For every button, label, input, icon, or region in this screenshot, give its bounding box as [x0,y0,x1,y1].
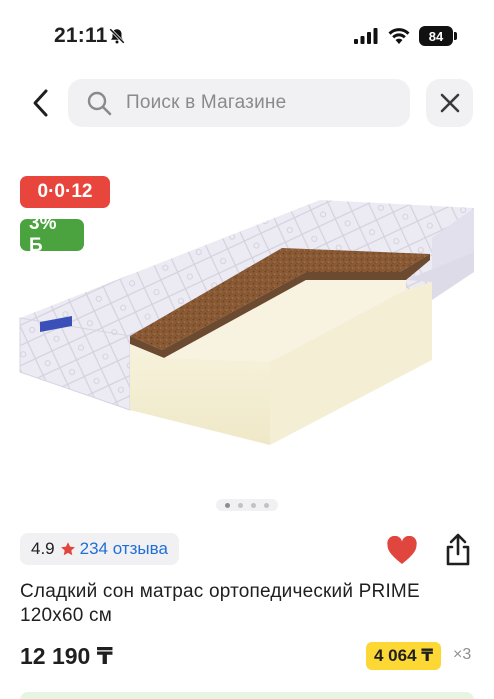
battery-level: 84 [428,28,444,44]
signal-icon [354,28,378,44]
close-icon [440,93,459,113]
search-icon [87,91,112,116]
bonus-badge: 3% Б [20,213,84,256]
gallery-dot[interactable] [238,502,243,508]
search-placeholder: Поиск в Магазине [126,92,287,113]
status-bar: 21:11 84 [0,0,494,70]
bell-off-icon [109,28,125,44]
rating-chip[interactable]: 4.9 234 отзыва [20,533,179,565]
back-button[interactable] [22,84,58,122]
chevron-left-icon [33,89,48,117]
gallery-dot[interactable] [251,502,256,508]
wifi-icon [388,28,410,44]
gallery-pagination[interactable] [216,499,278,511]
product-title: Сладкий сон матрас ортопедический PRIME … [20,581,420,626]
star-icon [60,542,75,556]
battery-cap [454,32,457,40]
installment-price[interactable]: 4 064 ₸ [366,642,442,670]
product-price: 12 190 ₸ [20,643,113,669]
bottom-banner [20,692,474,699]
heart-icon[interactable] [386,536,418,566]
battery-icon: 84 [419,26,453,46]
installment-multiplier: ×3 [453,646,472,663]
rating-value: 4.9 [31,539,55,558]
status-time: 21:11 [54,24,108,47]
gallery-dot[interactable] [225,502,230,508]
installment-badge: 0·0·12 [20,176,110,208]
gallery-dot[interactable] [264,502,269,508]
close-button[interactable] [426,79,473,127]
share-icon[interactable] [443,533,473,567]
reviews-link[interactable]: 234 отзыва [80,539,168,559]
search-field[interactable]: Поиск в Магазине [68,79,410,127]
